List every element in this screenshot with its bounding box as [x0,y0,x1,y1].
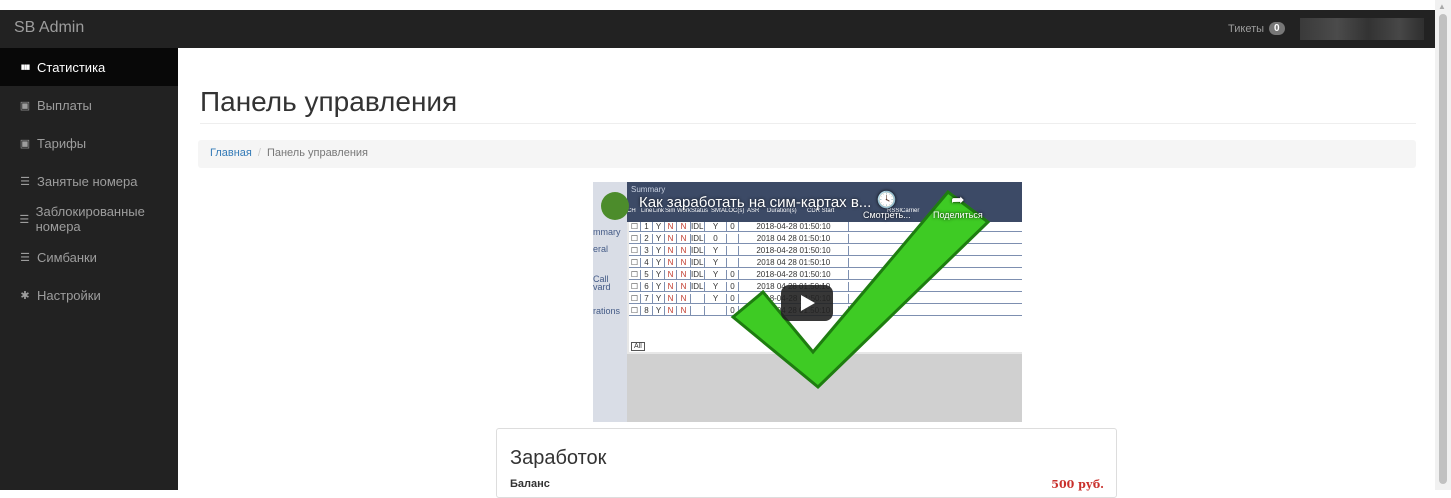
sidebar-item-0[interactable]: ▮▮▮ Статистика [0,48,178,86]
page-scrollbar[interactable]: ▲ [1435,0,1451,490]
tickets-link[interactable]: Тикеты 0 [1228,22,1285,35]
share-icon: ➦ [951,192,965,209]
money-icon: ▣ [19,137,31,150]
top-navbar: SB Admin Тикеты 0 [0,10,1435,48]
sidebar-item-1[interactable]: ▣ Выплаты [0,86,178,124]
breadcrumb-current: Панель управления [266,147,368,159]
play-button[interactable] [781,285,833,321]
sidebar-item-3[interactable]: ☰ Занятые номера [0,162,178,200]
sidebar-item-label: Выплаты [37,97,92,113]
sidebar-item-label: Заблокированные номера [35,204,145,234]
page-title: Панель управления [200,86,458,117]
earnings-panel: Заработок Баланс 500 руб. [496,428,1117,498]
scrollbar-thumb[interactable] [1439,14,1447,484]
sidebar-item-label: Занятые номера [37,173,138,189]
sidebar: ▮▮▮ Статистика ▣ Выплаты ▣ Тарифы ☰ Занятые ном… [0,48,178,490]
balance-value: 500 руб. [1051,478,1104,491]
earnings-title: Заработок [510,447,607,469]
brand-logo[interactable]: SB Admin [14,19,84,37]
tickets-badge: 0 [1269,22,1285,35]
watch-later-label: Смотреть... [863,210,911,220]
user-menu-blurred[interactable] [1300,18,1424,40]
share-button[interactable]: ➦ Поделиться [933,190,983,220]
list-icon: ☰ [19,213,30,226]
money-icon: ▣ [19,99,31,112]
bar-chart-icon: ▮▮▮ [20,64,31,71]
sidebar-item-label: Тарифы [37,135,87,151]
share-label: Поделиться [933,210,983,220]
watch-later-button[interactable]: 🕓 Смотреть... [863,190,911,220]
breadcrumb: Главная / Панель управления [198,140,1416,168]
video-title[interactable]: Как заработать на сим-картах в... [639,194,871,211]
balance-label: Баланс [510,478,550,490]
scroll-up-icon[interactable]: ▲ [1438,2,1446,11]
embedded-video[interactable]: mmary eral Call vard rations Summary CH Line L… [593,182,1022,422]
breadcrumb-separator: / [257,147,261,159]
list-icon: ☰ [20,175,30,188]
title-divider [200,123,1416,124]
main-content: Панель управления Главная / Панель управле… [178,48,1435,498]
tickets-label: Тикеты [1228,22,1265,35]
sidebar-item-5[interactable]: ☰ Симбанки [0,238,178,276]
breadcrumb-home-link[interactable]: Главная [210,147,252,159]
channel-avatar[interactable] [601,192,629,220]
gear-icon: ✱ [20,289,30,302]
play-icon [801,295,815,311]
sidebar-item-label: Симбанки [37,249,97,265]
list-icon: ☰ [20,251,30,264]
sidebar-item-label: Статистика [37,59,106,75]
clock-icon: 🕓 [876,192,897,209]
sidebar-item-label: Настройки [37,287,101,303]
balance-row: Баланс 500 руб. [510,478,1104,491]
sidebar-item-2[interactable]: ▣ Тарифы [0,124,178,162]
sidebar-item-4[interactable]: ☰ Заблокированные номера [0,200,178,238]
sidebar-item-6[interactable]: ✱ Настройки [0,276,178,314]
